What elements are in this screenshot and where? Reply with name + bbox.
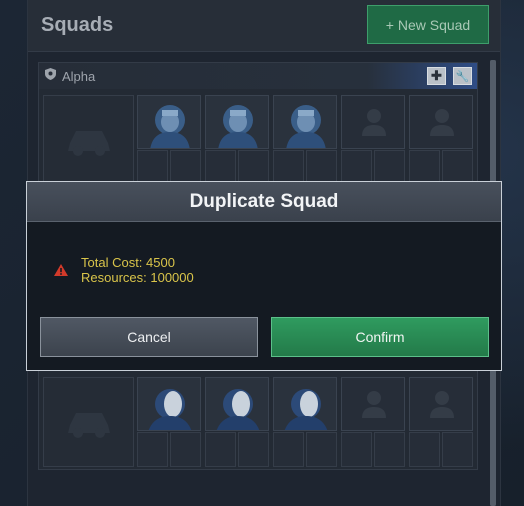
- squad-name: Alpha: [62, 68, 96, 84]
- equipment-slot[interactable]: [238, 150, 269, 185]
- soldier-portrait: [205, 377, 269, 431]
- shield-icon: [45, 67, 56, 85]
- wrench-icon: 🔧: [455, 70, 470, 83]
- unit-slot[interactable]: [205, 95, 269, 185]
- equipment-slot[interactable]: [374, 150, 405, 185]
- equipment-slot[interactable]: [374, 432, 405, 467]
- person-placeholder-icon: [409, 95, 473, 149]
- equipment-slot[interactable]: [170, 150, 201, 185]
- empty-unit-slot[interactable]: [341, 377, 405, 467]
- equipment-slot[interactable]: [442, 432, 473, 467]
- warning-icon: [54, 263, 68, 281]
- vehicle-icon: [67, 131, 110, 156]
- equipment-slot[interactable]: [170, 432, 201, 467]
- equipment-slot[interactable]: [409, 150, 440, 185]
- equipment-slot[interactable]: [409, 432, 440, 467]
- plus-icon: ✚: [431, 68, 442, 83]
- soldier-portrait: [205, 95, 269, 149]
- vehicle-icon: [67, 413, 110, 438]
- unit-slot[interactable]: [205, 377, 269, 467]
- unit-slot[interactable]: [273, 95, 337, 185]
- duplicate-squad-dialog: Duplicate Squad Total Cost: 4500 Resourc…: [26, 181, 502, 371]
- total-cost-text: Total Cost: 4500: [81, 255, 175, 270]
- equipment-slot[interactable]: [137, 432, 168, 467]
- equipment-slot[interactable]: [341, 432, 372, 467]
- equipment-slot[interactable]: [137, 150, 168, 185]
- equipment-slot[interactable]: [273, 432, 304, 467]
- empty-unit-slot[interactable]: [341, 95, 405, 185]
- equipment-slot[interactable]: [306, 150, 337, 185]
- equipment-slot[interactable]: [205, 150, 236, 185]
- soldier-portrait: [273, 377, 337, 431]
- person-placeholder-icon: [409, 377, 473, 431]
- empty-unit-slot[interactable]: [409, 95, 473, 185]
- soldier-portrait: [137, 95, 201, 149]
- unit-slot[interactable]: [137, 377, 201, 467]
- equipment-slot[interactable]: [205, 432, 236, 467]
- equipment-slot[interactable]: [341, 150, 372, 185]
- unit-slot[interactable]: [273, 377, 337, 467]
- vehicle-slot[interactable]: [43, 377, 134, 467]
- vehicle-slot[interactable]: [43, 95, 134, 185]
- squad-header: Alpha ✚ 🔧: [39, 63, 477, 89]
- soldier-portrait: [137, 377, 201, 431]
- panel-header: Squads + New Squad: [28, 0, 500, 52]
- edit-squad-button[interactable]: 🔧: [453, 67, 472, 85]
- panel-title: Squads: [41, 14, 114, 36]
- equipment-slot[interactable]: [306, 432, 337, 467]
- add-unit-button[interactable]: ✚: [427, 67, 446, 85]
- equipment-slot[interactable]: [238, 432, 269, 467]
- cost-info: Total Cost: 4500 Resources: 100000: [81, 255, 194, 285]
- cancel-button[interactable]: Cancel: [40, 317, 258, 357]
- empty-unit-slot[interactable]: [409, 377, 473, 467]
- dialog-title: Duplicate Squad: [189, 190, 339, 212]
- soldier-portrait: [273, 95, 337, 149]
- resources-text: Resources: 100000: [81, 270, 194, 285]
- confirm-button[interactable]: Confirm: [271, 317, 489, 357]
- person-placeholder-icon: [341, 95, 405, 149]
- equipment-slot[interactable]: [273, 150, 304, 185]
- dialog-title-bar: Duplicate Squad: [27, 182, 501, 222]
- equipment-slot[interactable]: [442, 150, 473, 185]
- person-placeholder-icon: [341, 377, 405, 431]
- unit-slot[interactable]: [137, 95, 201, 185]
- new-squad-button[interactable]: + New Squad: [367, 5, 489, 44]
